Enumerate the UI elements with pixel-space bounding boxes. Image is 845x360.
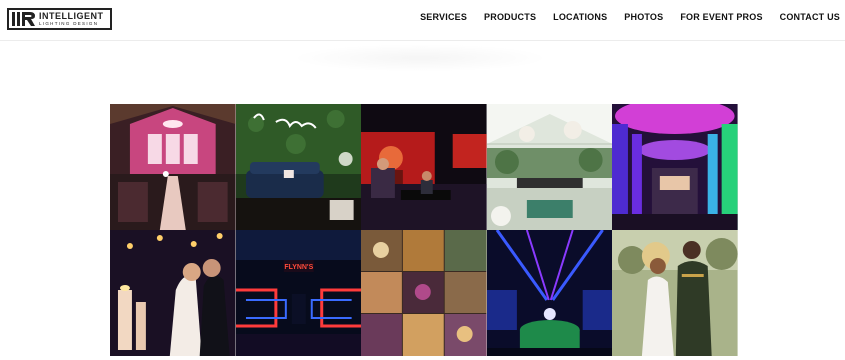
site-header: INTELLIGENT LIGHTING DESIGN SERVICES PRO… xyxy=(0,0,845,41)
gallery-photo-greenery-lounge[interactable] xyxy=(235,104,362,230)
gallery-photo-collage[interactable] xyxy=(361,230,487,356)
gallery-photo-bride-groom[interactable] xyxy=(612,230,738,356)
gallery-photo-greenhouse-reception[interactable] xyxy=(486,104,613,230)
nav-services[interactable]: SERVICES xyxy=(420,12,467,22)
gallery-photo-pink-ceremony[interactable] xyxy=(110,104,236,230)
nav-photos[interactable]: PHOTOS xyxy=(624,12,663,22)
nav-contact-us[interactable]: CONTACT US xyxy=(780,12,840,22)
gallery-photo-couple-candles[interactable] xyxy=(110,230,236,356)
logo-mark-icon xyxy=(11,10,37,28)
gallery-photo-uplit-hall[interactable] xyxy=(612,104,738,230)
brand-name: INTELLIGENT xyxy=(39,10,104,21)
nav-products[interactable]: PRODUCTS xyxy=(484,12,536,22)
gallery-photo-stage-performance[interactable] xyxy=(361,104,487,230)
brand-tagline: LIGHTING DESIGN xyxy=(39,20,99,26)
nav-locations[interactable]: LOCATIONS xyxy=(553,12,607,22)
brand-logo[interactable]: INTELLIGENT LIGHTING DESIGN xyxy=(7,8,112,30)
hero-faded-banner xyxy=(290,44,550,72)
gallery-photo-neon-tunnel[interactable]: FLYNN'S xyxy=(235,230,362,356)
photo-gallery: FLYNN'S xyxy=(110,104,738,356)
main-nav: SERVICES PRODUCTS LOCATIONS PHOTOS FOR E… xyxy=(420,12,840,22)
nav-for-event-pros[interactable]: FOR EVENT PROS xyxy=(680,12,762,22)
flynns-sign: FLYNN'S xyxy=(284,264,313,271)
gallery-photo-blue-ballroom[interactable] xyxy=(486,230,613,356)
